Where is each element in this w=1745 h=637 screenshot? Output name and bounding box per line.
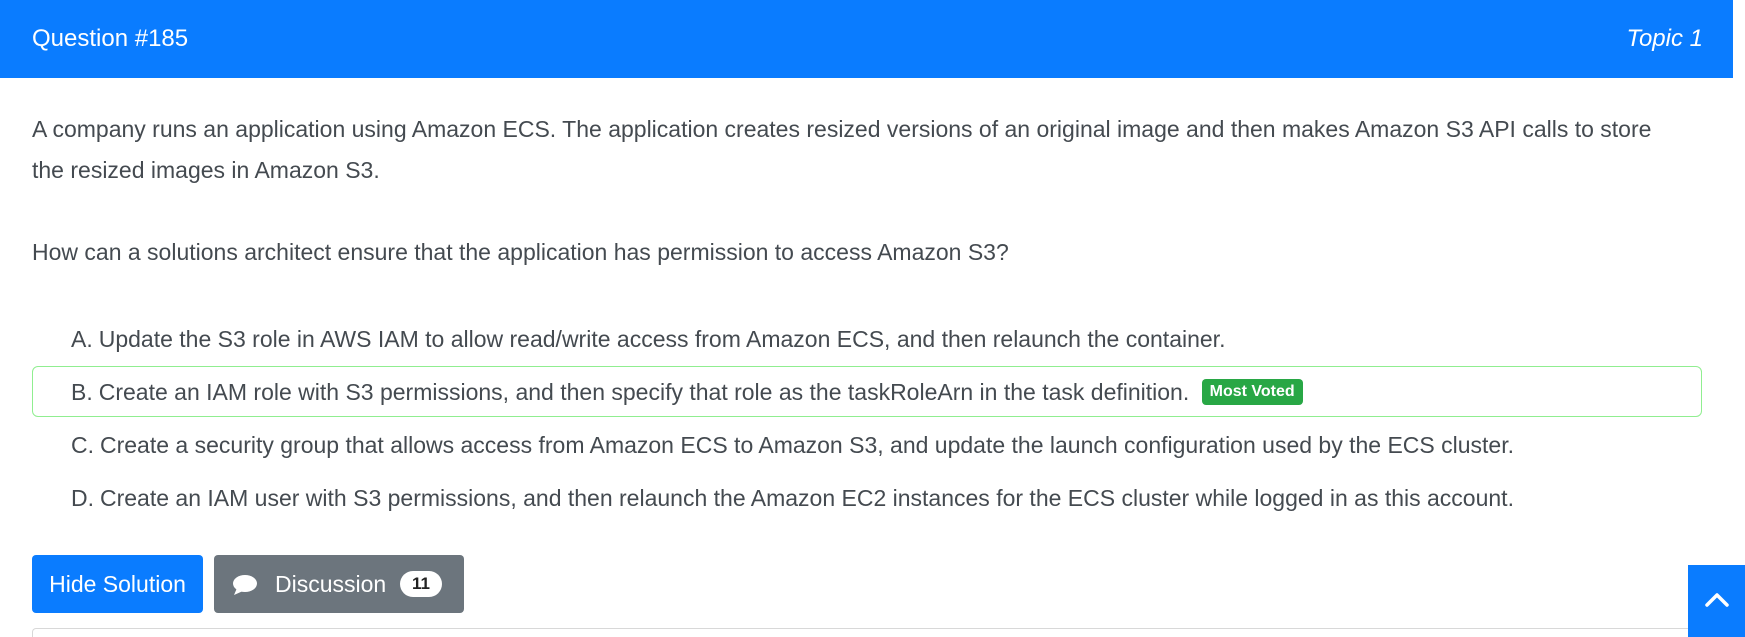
choice-letter: B. bbox=[71, 379, 93, 405]
solution-panel-edge bbox=[32, 628, 1702, 637]
choice-text: Create a security group that allows acce… bbox=[100, 432, 1515, 458]
choice-letter: A. bbox=[71, 326, 93, 352]
question-topic: Topic 1 bbox=[1626, 25, 1704, 52]
discussion-button[interactable]: Discussion 11 bbox=[214, 555, 464, 613]
question-header: Question #185 Topic 1 bbox=[0, 0, 1733, 78]
scroll-to-top-button[interactable] bbox=[1688, 565, 1745, 637]
choice-text: Create an IAM role with S3 permissions, … bbox=[98, 379, 1190, 405]
question-number: Question #185 bbox=[32, 25, 189, 52]
question-ask: How can a solutions architect ensure tha… bbox=[32, 239, 1009, 265]
choice-b[interactable]: B. Create an IAM role with S3 permissions… bbox=[32, 366, 1702, 417]
choice-text: Create an IAM user with S3 permissions, … bbox=[100, 485, 1514, 511]
choice-text: Update the S3 role in AWS IAM to allow r… bbox=[98, 326, 1226, 352]
choices-list: A. Update the S3 role in AWS IAM to allow… bbox=[32, 313, 1702, 525]
question-text: A company runs an application using Amaz… bbox=[32, 116, 1652, 183]
choice-c[interactable]: C. Create a security group that allows ac… bbox=[32, 419, 1702, 470]
hide-solution-button[interactable]: Hide Solution bbox=[32, 555, 203, 613]
question-card: Question #185 Topic 1 A company runs an … bbox=[0, 0, 1733, 637]
choice-a[interactable]: A. Update the S3 role in AWS IAM to allow… bbox=[32, 313, 1702, 364]
choice-d[interactable]: D. Create an IAM user with S3 permissions… bbox=[32, 472, 1702, 523]
chat-bubble-icon bbox=[233, 575, 257, 595]
most-voted-badge: Most Voted bbox=[1201, 378, 1303, 405]
chevron-up-icon bbox=[1705, 593, 1729, 607]
choice-letter: C. bbox=[71, 432, 94, 458]
choice-letter: D. bbox=[71, 485, 94, 511]
discussion-label: Discussion bbox=[275, 571, 387, 597]
discussion-count-badge: 11 bbox=[400, 571, 442, 597]
